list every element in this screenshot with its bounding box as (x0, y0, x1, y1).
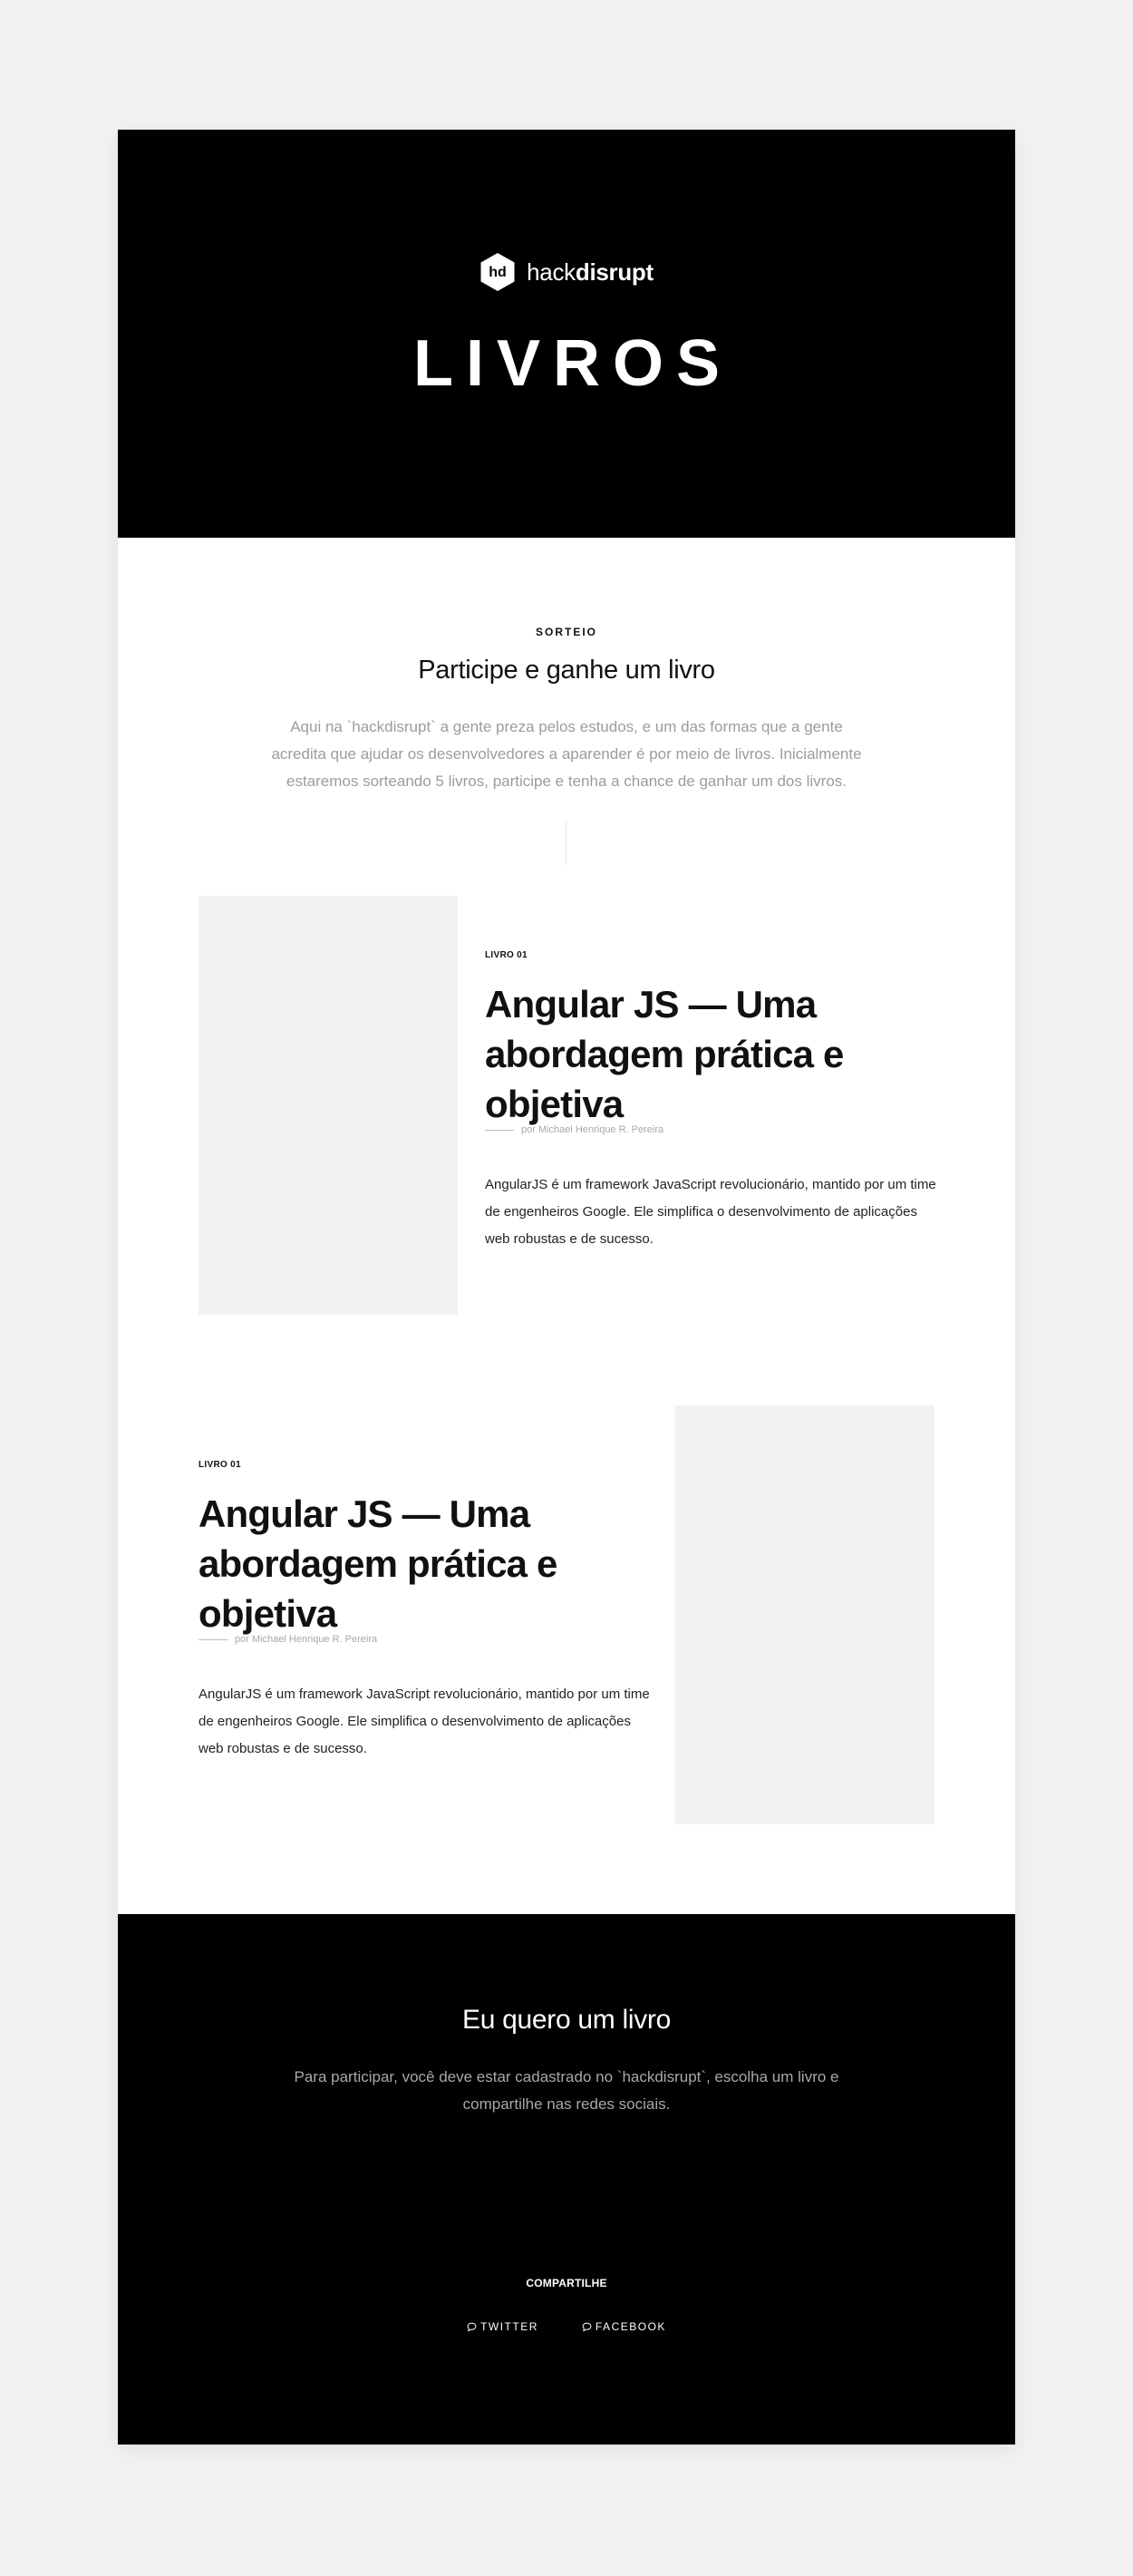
book-author: por Michael Henrique R. Pereira (199, 1634, 377, 1645)
intro-eyebrow: SORTEIO (535, 626, 597, 638)
author-divider (199, 1638, 228, 1640)
author-divider (485, 1129, 514, 1131)
hexagon-logo-icon: hd (480, 253, 515, 291)
share-links: TWITTER FACEBOOK (118, 2320, 1015, 2333)
share-label: COMPARTILHE (526, 2277, 607, 2289)
twitter-share-link[interactable]: TWITTER (467, 2320, 538, 2333)
book-label: LIVRO 01 (199, 1460, 241, 1470)
book-description: AngularJS é um framework JavaScript revo… (485, 1177, 936, 1247)
book-card: LIVRO 01 Angular JS — Uma abordagem prát… (118, 896, 1015, 1315)
brand-name-bold: disrupt (575, 258, 654, 286)
book-cover-image[interactable] (199, 896, 458, 1315)
brand-name-light: hack (527, 258, 576, 286)
hero-title: LIVROS (412, 327, 733, 400)
book-author: por Michael Henrique R. Pereira (485, 1124, 663, 1135)
book-description: AngularJS é um framework JavaScript revo… (199, 1687, 650, 1756)
brand-logo[interactable]: hd hackdisrupt (118, 252, 1015, 292)
brand-name: hackdisrupt (527, 258, 654, 287)
chat-bubble-icon (467, 2322, 477, 2331)
book-author-name: por Michael Henrique R. Pereira (521, 1124, 664, 1135)
book-title[interactable]: Angular JS — Uma abordagem prática e obj… (485, 979, 938, 1129)
facebook-share-label: FACEBOOK (595, 2320, 666, 2333)
brand-badge-text: hd (489, 265, 507, 280)
cta-title: Eu quero um livro (461, 2005, 671, 2035)
chat-bubble-icon (582, 2322, 592, 2331)
intro-text: Aqui na `hackdisrupt` a gente preza pelo… (271, 718, 862, 790)
page-card: hd hackdisrupt LIVROS SORTEIO Participe … (118, 130, 1015, 2445)
hero-section: hd hackdisrupt LIVROS (118, 130, 1015, 538)
book-cover-image[interactable] (675, 1405, 934, 1824)
book-card: LIVRO 01 Angular JS — Uma abordagem prát… (118, 1405, 1015, 1824)
book-label: LIVRO 01 (485, 950, 528, 960)
book-title[interactable]: Angular JS — Uma abordagem prática e obj… (199, 1489, 652, 1638)
twitter-share-label: TWITTER (480, 2320, 538, 2333)
cta-text: Para participar, você deve estar cadastr… (294, 2068, 839, 2113)
book-author-name: por Michael Henrique R. Pereira (235, 1634, 378, 1645)
cta-footer: Eu quero um livro Para participar, você … (118, 1914, 1015, 2445)
intro-title: Participe e ganhe um livro (418, 656, 715, 685)
facebook-share-link[interactable]: FACEBOOK (582, 2320, 666, 2333)
